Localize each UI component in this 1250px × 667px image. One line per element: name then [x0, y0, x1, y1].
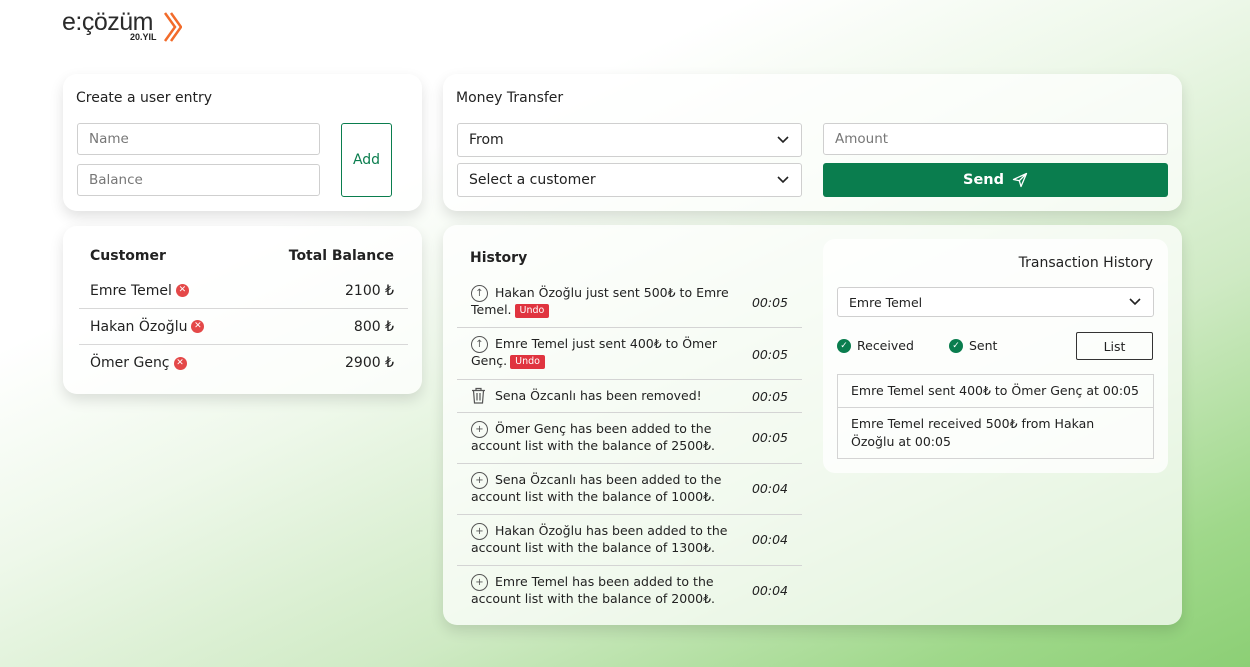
chevron-down-icon — [777, 136, 789, 144]
customer-column-header: Customer — [90, 248, 166, 264]
check-icon: ✓ — [949, 338, 963, 353]
history-text: Hakan Özoğlu just sent 500₺ to Emre Teme… — [471, 285, 729, 317]
customer-balance: 2900 ₺ — [345, 355, 394, 371]
history-title: History — [470, 250, 528, 266]
money-transfer-title: Money Transfer — [456, 90, 564, 106]
history-text: Emre Temel just sent 400₺ to Ömer Genç. — [471, 336, 718, 368]
remove-customer-icon[interactable]: ✕ — [173, 356, 187, 370]
history-item: + Ömer Genç has been added to the accoun… — [457, 413, 802, 464]
chevrons-icon — [163, 12, 182, 42]
send-button[interactable]: Send — [823, 163, 1168, 197]
brand-sub: 20.YIL — [130, 32, 157, 42]
history-card: History ↑ Hakan Özoğlu just sent 500₺ to… — [443, 225, 1182, 625]
history-item: Sena Özcanlı has been removed! 00:05 — [457, 380, 802, 413]
add-button[interactable]: Add — [341, 123, 392, 197]
from-select[interactable]: From — [457, 123, 802, 157]
history-item: + Sena Özcanlı has been added to the acc… — [457, 464, 802, 515]
sent-checkbox[interactable]: ✓ Sent — [949, 338, 997, 353]
undo-button[interactable]: Undo — [514, 303, 550, 318]
transaction-list: Emre Temel sent 400₺ to Ömer Genç at 00:… — [837, 374, 1154, 459]
name-input[interactable] — [77, 123, 320, 155]
history-text: Hakan Özoğlu has been added to the accou… — [471, 523, 728, 555]
send-button-label: Send — [963, 172, 1004, 188]
transaction-entry: Emre Temel sent 400₺ to Ömer Genç at 00:… — [851, 383, 1139, 398]
transaction-history-panel: Transaction History Emre Temel ✓ Receive… — [823, 239, 1168, 473]
transaction-history-title: Transaction History — [1018, 255, 1153, 271]
history-time: 00:04 — [751, 583, 788, 598]
transaction-customer-select[interactable]: Emre Temel — [837, 287, 1154, 317]
remove-customer-icon[interactable]: ✕ — [175, 284, 189, 297]
check-icon: ✓ — [837, 338, 851, 353]
brand-logo: e:çözüm 20.YIL — [62, 8, 187, 44]
create-entry-title: Create a user entry — [76, 90, 213, 106]
transaction-entry: Emre Temel received 500₺ from Hakan Özoğ… — [838, 407, 1153, 458]
customers-header: Customer Total Balance — [90, 248, 394, 264]
balance-column-header: Total Balance — [288, 248, 394, 264]
customer-balance: 800 ₺ — [353, 318, 394, 335]
chevron-down-icon — [777, 176, 789, 184]
customer-select[interactable]: Select a customer — [457, 163, 802, 197]
remove-customer-icon[interactable]: ✕ — [191, 320, 205, 333]
received-label: Received — [857, 338, 914, 353]
chevron-down-icon — [1129, 298, 1141, 306]
undo-button[interactable]: Undo — [510, 354, 545, 369]
sent-label: Sent — [969, 338, 998, 353]
history-time: 00:05 — [751, 347, 788, 362]
create-entry-card: Create a user entry Add — [63, 74, 422, 211]
money-transfer-card: Money Transfer From Select a customer Se… — [443, 74, 1182, 211]
history-item: + Emre Temel has been added to the accou… — [457, 566, 802, 612]
customer-name: Emre Temel — [90, 282, 172, 299]
customers-card: Customer Total Balance Emre Temel ✕ 2100 … — [63, 226, 422, 394]
history-time: 00:04 — [751, 532, 788, 547]
from-select-value: From — [469, 132, 504, 148]
customer-name: Hakan Özoğlu — [90, 318, 188, 335]
history-time: 00:05 — [751, 389, 788, 404]
balance-input[interactable] — [77, 164, 320, 196]
history-item: + Hakan Özoğlu has been added to the acc… — [457, 515, 802, 566]
customer-row: Emre Temel ✕ 2100 ₺ — [79, 273, 408, 309]
customer-row: Hakan Özoğlu ✕ 800 ₺ — [79, 309, 408, 345]
customer-name: Ömer Genç — [90, 355, 170, 371]
history-text: Sena Özcanlı has been removed! — [495, 388, 702, 403]
list-button[interactable]: List — [1076, 332, 1153, 360]
history-text: Ömer Genç has been added to the account … — [471, 421, 716, 453]
history-time: 00:04 — [751, 481, 788, 496]
customer-balance: 2100 ₺ — [345, 282, 394, 299]
history-text: Emre Temel has been added to the account… — [471, 574, 716, 606]
history-text: Sena Özcanlı has been added to the accou… — [471, 472, 722, 504]
received-checkbox[interactable]: ✓ Received — [837, 338, 914, 353]
history-time: 00:05 — [751, 430, 788, 445]
customer-row: Ömer Genç ✕ 2900 ₺ — [79, 345, 408, 381]
amount-input[interactable] — [823, 123, 1168, 155]
history-item: ↑ Emre Temel just sent 400₺ to Ömer Genç… — [457, 328, 802, 380]
transaction-customer-value: Emre Temel — [849, 294, 923, 310]
history-time: 00:05 — [751, 295, 788, 310]
paper-plane-icon — [1012, 172, 1028, 188]
history-item: ↑ Hakan Özoğlu just sent 500₺ to Emre Te… — [457, 277, 802, 328]
customer-select-value: Select a customer — [469, 172, 596, 188]
